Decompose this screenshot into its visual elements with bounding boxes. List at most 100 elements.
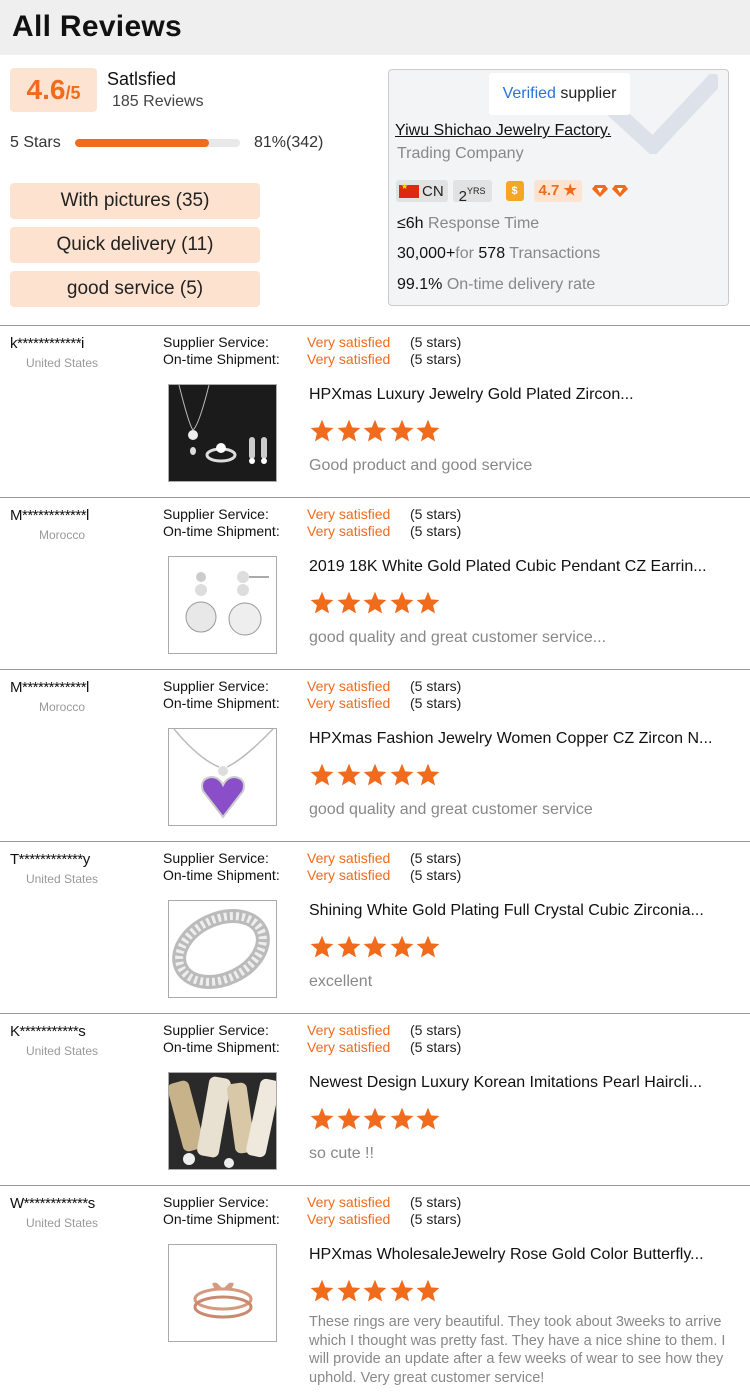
supplier-service-stars: (5 stars) (410, 678, 462, 694)
five-star-label: 5 Stars (10, 134, 61, 151)
five-star-percentage: 81%(342) (254, 134, 324, 151)
supplier-service-label: Supplier Service: (163, 1022, 269, 1038)
rating-star-icon (417, 1279, 440, 1302)
company-name-link[interactable]: Yiwu Shichao Jewelry Factory. (395, 122, 611, 140)
verified-check-letter: V (502, 85, 513, 102)
ontime-shipment-label: On-time Shipment: (163, 523, 280, 539)
rating-star-icon (337, 419, 360, 442)
rating-star-icon (417, 591, 440, 614)
rating-star-icon (310, 1107, 334, 1130)
review-item: k************i United States Supplier Serv… (0, 325, 750, 497)
pearl-hairclips-image[interactable] (168, 1072, 277, 1170)
review-rating-stars (309, 762, 442, 788)
response-time-value: ≤6h (397, 215, 424, 232)
diamond-icon (592, 185, 608, 197)
reviewer-country: United States (25, 1216, 99, 1230)
purple-heart-necklace-image[interactable] (168, 728, 277, 826)
transactions-label: Transactions (505, 245, 601, 262)
ontime-shipment-label: On-time Shipment: (163, 1039, 280, 1055)
ontime-shipment-rating: Very satisfied (307, 867, 391, 883)
ontime-rate-row: 99.1% On-time delivery rate (397, 276, 595, 294)
rating-star-icon (337, 763, 360, 786)
rating-star-icon (310, 763, 334, 786)
review-item: K***********s United States Supplier Servi… (0, 1013, 750, 1185)
years-value: 2 (458, 188, 468, 205)
supplier-service-rating: Very satisfied (307, 678, 391, 694)
review-item: T************y United States Supplier Serv… (0, 841, 750, 1013)
review-text: Good product and good service (309, 457, 533, 474)
ontime-rate-label: On-time delivery rate (442, 276, 596, 293)
supplier-service-stars: (5 stars) (410, 1022, 462, 1038)
review-rating-stars (309, 418, 442, 444)
earrings-image[interactable] (168, 556, 277, 654)
rating-star-icon (310, 591, 334, 614)
supplier-service-stars: (5 stars) (410, 506, 462, 522)
rating-star-icon (337, 1107, 360, 1130)
gold-supplier-icon: $ (505, 181, 524, 201)
reviewer-country: Morocco (38, 528, 85, 542)
reviewer-name: M************l (10, 507, 89, 524)
transactions-count: 578 (478, 245, 506, 262)
supplier-service-label: Supplier Service: (163, 850, 269, 866)
reviewer-name: W************s (10, 1195, 95, 1212)
rating-star-icon (417, 1107, 440, 1130)
supplier-badges: CN 2YRS $ 4.7 ★ (396, 180, 628, 205)
ontime-shipment-stars: (5 stars) (410, 1039, 462, 1055)
product-title-link[interactable]: Newest Design Luxury Korean Imitations P… (309, 1074, 702, 1092)
filter-tag-quick-delivery[interactable]: Quick delivery (11) (10, 227, 260, 263)
china-flag-icon (399, 182, 419, 198)
rating-star-icon (390, 591, 414, 614)
reviewer-country: United States (25, 872, 99, 886)
review-count: 185 Reviews (112, 93, 204, 110)
supplier-service-rating: Very satisfied (307, 1194, 391, 1210)
supplier-rating-badge: 4.7 ★ (533, 180, 582, 202)
ontime-shipment-rating: Very satisfied (307, 695, 391, 711)
ontime-rate-value: 99.1% (397, 276, 443, 293)
review-text: These rings are very beautiful. They too… (309, 1314, 726, 1386)
ontime-shipment-label: On-time Shipment: (163, 695, 280, 711)
rating-star-icon (390, 935, 414, 958)
review-rating-stars (309, 1106, 442, 1132)
overall-score: 4.6 (26, 74, 66, 105)
review-item: M************l Morocco Supplier Service: On… (0, 497, 750, 669)
product-title-link[interactable]: HPXmas Luxury Jewelry Gold Plated Zircon… (309, 386, 634, 404)
supplier-service-label: Supplier Service: (163, 678, 269, 694)
reviewer-name: M************l (10, 679, 89, 696)
jewelry-set-image[interactable] (168, 384, 277, 482)
rating-star-icon (363, 1279, 387, 1302)
rating-star-icon (363, 763, 387, 786)
filter-tag-with-pictures[interactable]: With pictures (35) (10, 183, 260, 219)
rating-star-icon (390, 1279, 414, 1302)
rating-star-icon (310, 419, 334, 442)
filter-tag-good-service[interactable]: good service (5) (10, 271, 260, 307)
rating-star-icon (417, 763, 440, 786)
product-title-link[interactable]: Shining White Gold Plating Full Crystal … (309, 902, 704, 920)
crystal-ring-image[interactable] (168, 900, 277, 998)
supplier-service-rating: Very satisfied (307, 1022, 391, 1038)
rating-star-icon (417, 419, 440, 442)
overall-score-badge: 4.6/5 (10, 68, 97, 112)
reviewer-country: United States (25, 356, 99, 370)
country-code: CN (422, 182, 444, 200)
product-title-link[interactable]: HPXmas Fashion Jewelry Women Copper CZ Z… (309, 730, 712, 748)
product-title-link[interactable]: HPXmas WholesaleJewelry Rose Gold Color … (309, 1246, 704, 1264)
supplier-service-label: Supplier Service: (163, 334, 269, 350)
reviewer-name: T************y (10, 851, 90, 868)
transactions-row: 30,000+for 578 Transactions (397, 245, 600, 263)
supplier-card: Verified supplier Yiwu Shichao Jewelry F… (388, 69, 729, 306)
product-title-link[interactable]: 2019 18K White Gold Plated Cubic Pendant… (309, 558, 707, 576)
rating-star-icon (363, 935, 387, 958)
response-time-row: ≤6h Response Time (397, 215, 539, 233)
ontime-shipment-stars: (5 stars) (410, 523, 462, 539)
rating-star-icon (363, 419, 387, 442)
review-rating-stars (309, 1278, 442, 1304)
rating-star-icon (390, 763, 414, 786)
company-type: Trading Company (397, 145, 524, 162)
supplier-service-rating: Very satisfied (307, 506, 391, 522)
butterfly-ring-image[interactable] (168, 1244, 277, 1342)
ontime-shipment-stars: (5 stars) (410, 867, 462, 883)
reviewer-name: K***********s (10, 1023, 86, 1040)
rating-star-icon (390, 419, 414, 442)
rating-star-icon (310, 1279, 334, 1302)
rating-star-icon (337, 1279, 360, 1302)
